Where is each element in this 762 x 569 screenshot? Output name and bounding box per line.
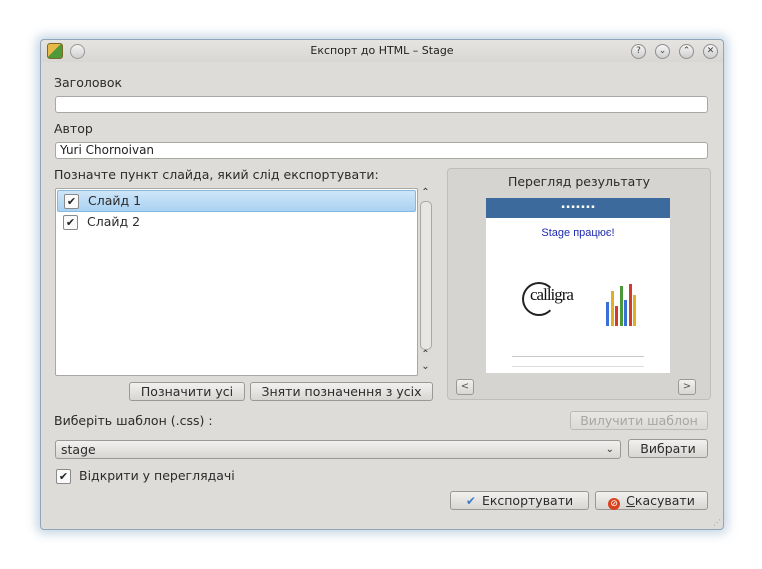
window-title: Експорт до HTML – Stage (310, 44, 454, 57)
chevron-down-icon[interactable]: ⌄ (419, 362, 432, 372)
cancel-mnemonic: С (626, 493, 635, 508)
export-label: Експортувати (481, 493, 574, 508)
remove-template-button[interactable]: Вилучити шаблон (570, 411, 708, 430)
template-label: Виберіть шаблон (.css) : (54, 413, 213, 428)
slide-header-text: ▪ ▪ ▪ ▪ ▪ ▪ ▪ (561, 204, 595, 210)
resize-grip-icon[interactable]: ⋰ (713, 518, 721, 527)
slide-item-label: Слайд 1 (88, 193, 142, 208)
cancel-label: касувати (634, 493, 695, 508)
chart-bar (615, 306, 618, 326)
slides-label: Позначте пункт слайда, який слід експорт… (54, 167, 379, 182)
chart-bar (633, 295, 636, 326)
preview-label: Перегляд результату (507, 174, 651, 189)
slide-item-label: Слайд 2 (87, 214, 141, 229)
list-item[interactable]: ✔ Слайд 2 (57, 212, 416, 232)
calligra-logo: calligra (522, 278, 582, 316)
maximize-icon[interactable]: ⌃ (679, 44, 694, 59)
prev-slide-button[interactable]: < (456, 379, 474, 395)
chart-bar (628, 284, 632, 326)
title-input[interactable] (55, 96, 708, 113)
template-combobox[interactable]: stage ⌄ (55, 440, 621, 459)
title-bar[interactable]: Експорт до HTML – Stage ? ⌄ ⌃ ✕ (41, 40, 723, 62)
check-icon: ✔ (465, 494, 476, 508)
help-icon[interactable]: ? (631, 44, 646, 59)
chart-bar (624, 300, 627, 326)
export-button[interactable]: ✔ Експортувати (450, 491, 589, 510)
scrollbar-handle[interactable] (420, 201, 432, 350)
slide-footer-line (512, 366, 644, 367)
template-selected: stage (61, 442, 96, 457)
cancel-icon: ⊘ (608, 498, 621, 510)
preview-panel: Перегляд результату ▪ ▪ ▪ ▪ ▪ ▪ ▪ Stage … (447, 168, 711, 400)
deselect-all-button[interactable]: Зняти позначення з усіх (250, 382, 433, 401)
open-in-browser-label: Відкрити у переглядачі (79, 468, 235, 483)
cancel-button[interactable]: ⊘ Скасувати (595, 491, 708, 510)
author-input[interactable] (55, 142, 708, 159)
list-item[interactable]: ✔ Слайд 1 (57, 190, 416, 212)
checkbox-open-in-browser[interactable]: ✔ (56, 469, 71, 484)
chevron-up-icon[interactable]: ⌃ (419, 350, 432, 360)
browse-button[interactable]: Вибрати (628, 439, 708, 458)
chevron-down-icon: ⌄ (605, 444, 614, 455)
checkbox-slide-1[interactable]: ✔ (64, 194, 79, 209)
author-label: Автор (54, 121, 93, 136)
close-icon[interactable]: ✕ (703, 44, 718, 59)
mini-chart (604, 276, 648, 326)
chart-bar (606, 302, 609, 326)
checkbox-slide-2[interactable]: ✔ (63, 215, 78, 230)
slide-footer-line (512, 356, 644, 357)
slide-preview: ▪ ▪ ▪ ▪ ▪ ▪ ▪ Stage працює! calligra (486, 198, 670, 373)
slide-title: Stage працює! (541, 227, 615, 239)
select-all-button[interactable]: Позначити усі (129, 382, 245, 401)
next-slide-button[interactable]: > (678, 379, 696, 395)
chart-bar (619, 286, 623, 326)
chart-bar (610, 291, 614, 326)
minimize-icon[interactable]: ⌄ (655, 44, 670, 59)
export-dialog: Експорт до HTML – Stage ? ⌄ ⌃ ✕ Заголово… (40, 39, 724, 530)
open-in-browser-option[interactable]: ✔ Відкрити у переглядачі (56, 468, 256, 484)
logo-text: calligra (530, 285, 574, 304)
chevron-up-icon[interactable]: ⌃ (419, 188, 432, 198)
slide-header: ▪ ▪ ▪ ▪ ▪ ▪ ▪ (486, 198, 670, 218)
slides-list[interactable]: ✔ Слайд 1 ✔ Слайд 2 (55, 188, 418, 376)
slides-scrollbar[interactable]: ⌃ ⌃ ⌄ (419, 188, 432, 374)
title-label: Заголовок (54, 75, 123, 90)
